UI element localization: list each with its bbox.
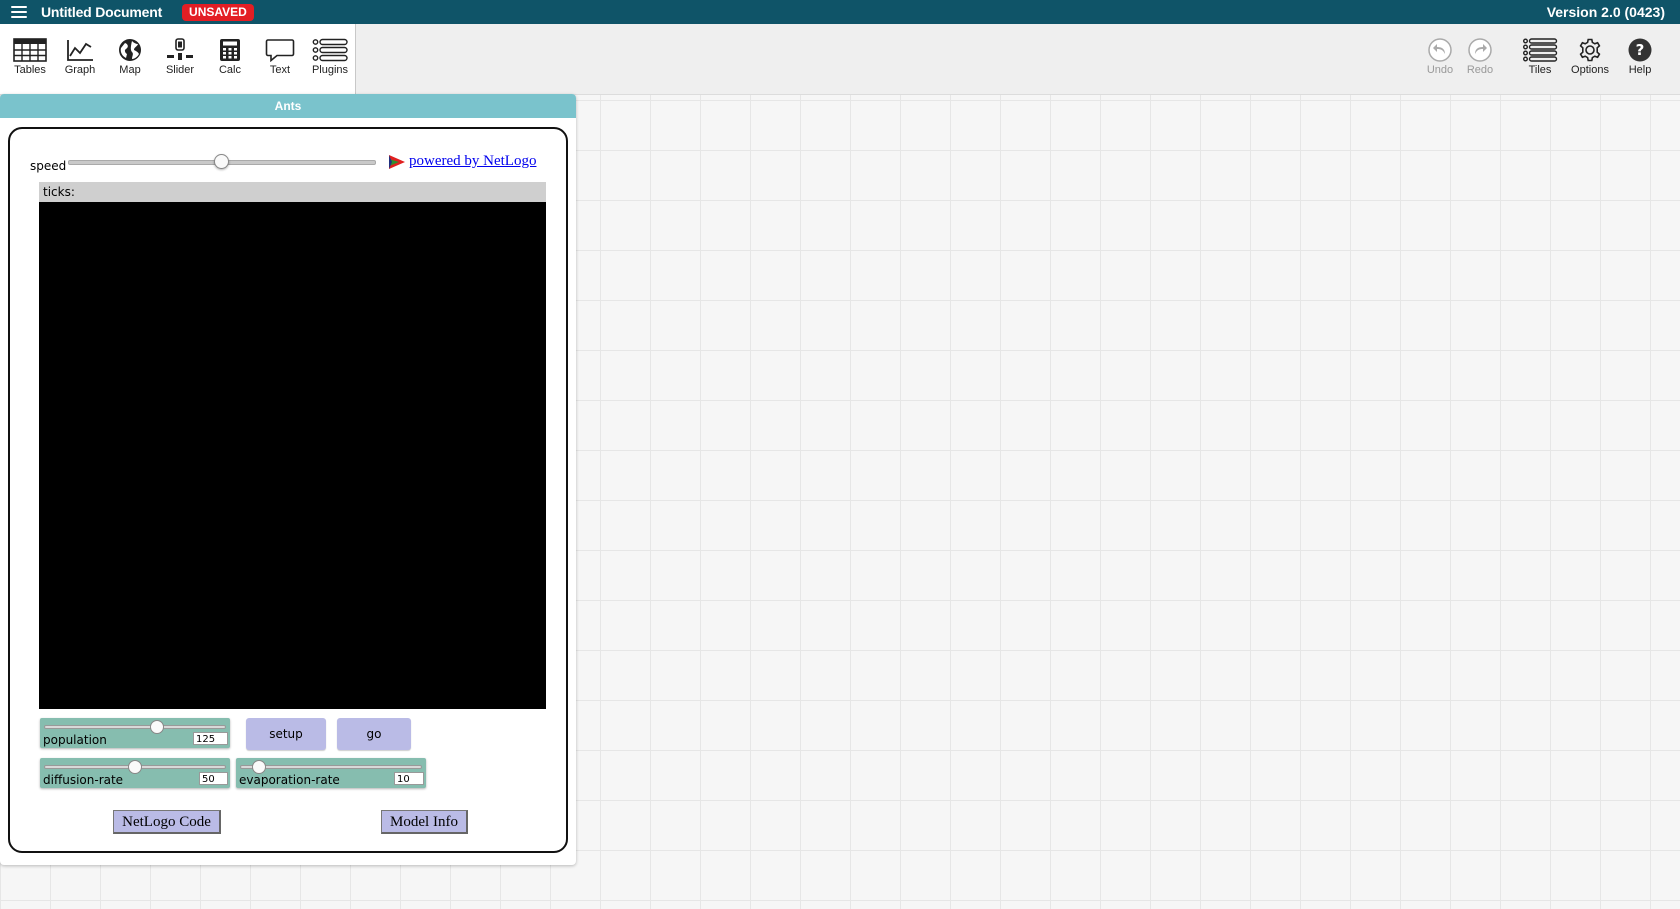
hamburger-menu-icon[interactable] bbox=[11, 6, 27, 18]
gear-icon bbox=[1579, 38, 1601, 62]
go-button[interactable]: go bbox=[337, 718, 411, 750]
graph-icon bbox=[67, 40, 93, 61]
calculator-icon bbox=[220, 39, 240, 61]
diffusion-rate-slider[interactable]: diffusion-rate 50 bbox=[40, 758, 230, 788]
slider-tool-label: Slider bbox=[165, 64, 195, 76]
ants-tile[interactable]: Ants speed powered by NetLogo ticks: pop… bbox=[0, 94, 576, 865]
redo-label: Redo bbox=[1466, 64, 1494, 76]
diffusion-rate-slider-label: diffusion-rate bbox=[43, 773, 124, 787]
map-tool-label: Map bbox=[119, 64, 141, 76]
speech-bubble-icon bbox=[265, 39, 295, 62]
graph-tool-button[interactable]: Graph bbox=[55, 38, 105, 76]
speed-slider-thumb[interactable] bbox=[214, 154, 229, 169]
globe-icon bbox=[119, 39, 141, 61]
netlogo-logo-icon bbox=[389, 154, 405, 169]
population-slider[interactable]: population 125 bbox=[40, 718, 230, 748]
calc-tool-button[interactable]: Calc bbox=[205, 38, 255, 76]
diffusion-rate-slider-value[interactable]: 50 bbox=[199, 772, 228, 785]
powered-by-netlogo-link[interactable]: powered by NetLogo bbox=[388, 153, 536, 170]
evaporation-rate-slider-track[interactable] bbox=[240, 765, 422, 769]
population-slider-label: population bbox=[43, 733, 107, 747]
plugins-tool-button[interactable]: Plugins bbox=[305, 38, 355, 76]
document-title[interactable]: Untitled Document bbox=[41, 4, 162, 20]
slider-icon bbox=[167, 38, 193, 61]
text-tool-button[interactable]: Text bbox=[255, 38, 305, 76]
powered-by-text: powered by NetLogo bbox=[409, 153, 537, 169]
tiles-label: Tiles bbox=[1528, 64, 1552, 76]
unsaved-badge: UNSAVED bbox=[182, 3, 254, 21]
table-icon bbox=[13, 38, 47, 62]
redo-button[interactable]: Redo bbox=[1455, 38, 1505, 76]
ticks-counter: ticks: bbox=[39, 182, 546, 202]
evaporation-rate-slider-thumb[interactable] bbox=[252, 760, 266, 774]
calc-tool-label: Calc bbox=[218, 64, 241, 76]
evaporation-rate-slider[interactable]: evaporation-rate 10 bbox=[236, 758, 426, 788]
tables-tool-label: Tables bbox=[14, 64, 46, 76]
tool-palette: Tables Graph Map Slider Calc Text Plugin… bbox=[0, 24, 356, 94]
options-label: Options bbox=[1571, 64, 1609, 76]
netlogo-model-frame: speed powered by NetLogo ticks: populati… bbox=[8, 127, 568, 853]
help-button[interactable]: ? Help bbox=[1615, 38, 1665, 76]
options-button[interactable]: Options bbox=[1565, 38, 1615, 76]
tiles-button[interactable]: Tiles bbox=[1515, 38, 1565, 76]
svg-text:?: ? bbox=[1636, 41, 1645, 59]
graph-tool-label: Graph bbox=[64, 64, 96, 76]
app-header: Untitled Document UNSAVED Version 2.0 (0… bbox=[0, 0, 1680, 24]
evaporation-rate-slider-label: evaporation-rate bbox=[239, 773, 340, 787]
speed-label: speed bbox=[30, 159, 67, 173]
diffusion-rate-slider-thumb[interactable] bbox=[128, 760, 142, 774]
help-label: Help bbox=[1628, 64, 1652, 76]
model-info-button[interactable]: Model Info bbox=[381, 810, 468, 834]
slider-tool-button[interactable]: Slider bbox=[155, 38, 205, 76]
plugins-icon bbox=[312, 38, 348, 62]
undo-icon bbox=[1428, 38, 1452, 62]
text-tool-label: Text bbox=[269, 64, 291, 76]
redo-icon bbox=[1468, 38, 1492, 62]
tile-title-bar[interactable]: Ants bbox=[0, 94, 576, 118]
help-icon: ? bbox=[1628, 38, 1652, 62]
map-tool-button[interactable]: Map bbox=[105, 38, 155, 76]
population-slider-value[interactable]: 125 bbox=[193, 732, 228, 745]
netlogo-view: ticks: bbox=[39, 182, 546, 709]
setup-button[interactable]: setup bbox=[246, 718, 326, 750]
population-slider-thumb[interactable] bbox=[149, 720, 164, 734]
netlogo-code-button[interactable]: NetLogo Code bbox=[113, 810, 221, 834]
tiles-icon bbox=[1523, 38, 1558, 62]
tables-tool-button[interactable]: Tables bbox=[5, 38, 55, 76]
evaporation-rate-slider-value[interactable]: 10 bbox=[394, 772, 424, 785]
version-label: Version 2.0 (0423) bbox=[1546, 4, 1665, 20]
world-canvas[interactable] bbox=[39, 202, 546, 709]
plugins-tool-label: Plugins bbox=[311, 64, 349, 76]
population-slider-track[interactable] bbox=[44, 725, 226, 729]
toolbar: Tables Graph Map Slider Calc Text Plugin… bbox=[0, 24, 1680, 95]
